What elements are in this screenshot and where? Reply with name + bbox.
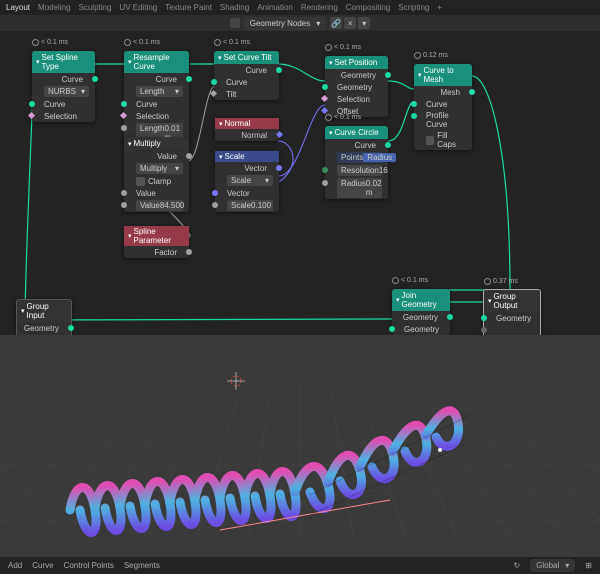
tab-compositing[interactable]: Compositing — [346, 3, 390, 12]
tab-sculpting[interactable]: Sculpting — [79, 3, 112, 12]
node-join-geometry[interactable]: < 0.1 ms Join Geometry Geometry Geometry — [392, 289, 450, 335]
node-resample-curve[interactable]: < 0.1 ms Resample Curve Curve Length▾ Cu… — [124, 51, 189, 144]
orientation-icon: ↻ — [513, 561, 520, 570]
node-group-output[interactable]: 0.37 ms Group Output Geometry — [483, 289, 541, 335]
node-curve-circle[interactable]: < 0.1 ms Curve Circle Curve PointsRadius… — [325, 126, 388, 199]
node-scale[interactable]: Scale Vector Scale▾ Vector Scale0.100 — [215, 151, 279, 212]
tab-layout[interactable]: Layout — [6, 3, 30, 12]
clamp-checkbox[interactable] — [136, 177, 145, 186]
3d-viewport[interactable] — [0, 335, 600, 557]
fake-user-button[interactable]: × — [344, 17, 356, 29]
node-set-curve-tilt[interactable]: < 0.1 ms Set Curve Tilt Curve Curve Tilt — [214, 51, 279, 100]
tab-modeling[interactable]: Modeling — [38, 3, 70, 12]
3d-cursor-icon — [225, 370, 247, 392]
tab-texpaint[interactable]: Texture Paint — [165, 3, 212, 12]
add-tab-button[interactable]: + — [437, 3, 442, 12]
nodetree-header: Geometry Nodes ▾ 🔗 × ▾ — [0, 15, 600, 31]
node-editor[interactable]: < 0.1 ms Set Spline Type Curve NURBS▾ Cu… — [0, 31, 600, 335]
menu-segments[interactable]: Segments — [124, 561, 160, 570]
spline-type-field[interactable]: NURBS▾ — [44, 86, 89, 97]
pin-button[interactable]: 🔗 — [330, 17, 342, 29]
node-set-spline-type[interactable]: < 0.1 ms Set Spline Type Curve NURBS▾ Cu… — [32, 51, 95, 122]
nodetree-icon — [230, 18, 240, 28]
fillcaps-checkbox[interactable] — [426, 136, 434, 145]
tab-scripting[interactable]: Scripting — [398, 3, 429, 12]
tab-uv[interactable]: UV Editing — [119, 3, 157, 12]
orientation-selector[interactable]: Global▾ — [530, 559, 575, 572]
node-normal[interactable]: Normal Normal — [215, 118, 279, 141]
node-curve-to-mesh[interactable]: 0.12 ms Curve to Mesh Mesh Curve Profile… — [414, 64, 472, 150]
tab-shading[interactable]: Shading — [220, 3, 249, 12]
new-button[interactable]: ▾ — [358, 17, 370, 29]
menu-add[interactable]: Add — [8, 561, 22, 570]
menu-curve[interactable]: Curve — [32, 561, 53, 570]
tab-rendering[interactable]: Rendering — [301, 3, 338, 12]
node-spline-parameter[interactable]: Spline Parameter Factor — [124, 226, 189, 258]
workspace-tabs: Layout Modeling Sculpting UV Editing Tex… — [0, 0, 600, 15]
node-multiply[interactable]: Multiply Value Multiply▾ Clamp Value Val… — [124, 137, 189, 212]
nodetree-actions: 🔗 × ▾ — [330, 17, 370, 29]
node-group-input[interactable]: Group Input Geometry — [16, 299, 72, 335]
tab-animation[interactable]: Animation — [257, 3, 293, 12]
node-header[interactable]: Set Spline Type — [32, 51, 95, 73]
node-set-position[interactable]: < 0.1 ms Set Position Geometry Geometry … — [325, 56, 388, 117]
viewport-geometry — [60, 395, 540, 557]
menu-control-points[interactable]: Control Points — [64, 561, 114, 570]
status-bar: Add Curve Control Points Segments ↻ Glob… — [0, 557, 600, 574]
snap-icon[interactable]: ⊞ — [585, 561, 592, 570]
nodetree-selector[interactable]: Geometry Nodes ▾ — [244, 17, 326, 30]
chevron-down-icon: ▾ — [316, 19, 320, 28]
